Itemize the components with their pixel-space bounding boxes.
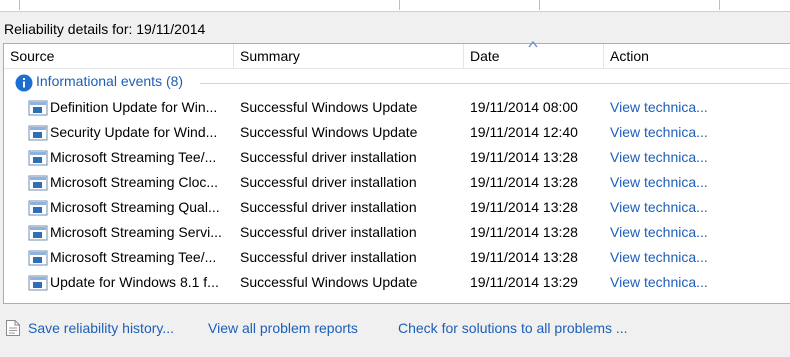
update-package-icon xyxy=(28,175,48,191)
view-technical-details-link[interactable]: View technica... xyxy=(610,95,730,120)
view-technical-details-link[interactable]: View technica... xyxy=(610,170,730,195)
group-divider-line xyxy=(200,83,790,84)
summary-cell: Successful Windows Update xyxy=(240,274,418,290)
date-cell: 19/11/2014 08:00 xyxy=(470,99,578,115)
summary-cell: Successful driver installation xyxy=(240,249,417,265)
view-technical-details-link[interactable]: View technica... xyxy=(610,270,730,295)
source-cell: Security Update for Wind... xyxy=(50,124,218,140)
date-cell: 19/11/2014 12:40 xyxy=(470,124,578,140)
update-package-icon xyxy=(28,150,48,166)
date-cell: 19/11/2014 13:28 xyxy=(470,249,578,265)
chart-tick xyxy=(539,0,540,10)
summary-cell: Successful driver installation xyxy=(240,149,417,165)
update-package-icon xyxy=(28,225,48,241)
column-header-row: Source Summary Date Action xyxy=(4,40,790,69)
view-technical-details-link[interactable]: View technica... xyxy=(610,145,730,170)
group-header-informational[interactable]: Informational events (8) xyxy=(4,70,790,94)
update-package-icon xyxy=(28,250,48,266)
save-reliability-history-link[interactable]: Save reliability history... xyxy=(28,320,174,336)
table-row[interactable]: Microsoft Streaming Tee/... Successful d… xyxy=(4,245,790,270)
date-cell: 19/11/2014 13:28 xyxy=(470,199,578,215)
table-row[interactable]: Microsoft Streaming Servi... Successful … xyxy=(4,220,790,245)
source-cell: Microsoft Streaming Cloc... xyxy=(50,174,219,190)
group-label: Informational events (8) xyxy=(36,73,184,89)
view-all-problem-reports-link[interactable]: View all problem reports xyxy=(208,320,358,336)
summary-cell: Successful Windows Update xyxy=(240,99,418,115)
bottom-action-links: Save reliability history... View all pro… xyxy=(0,316,790,342)
event-rows: Definition Update for Win... Successful … xyxy=(4,95,790,295)
chart-area-bottom-edge xyxy=(0,0,790,12)
source-cell: Definition Update for Win... xyxy=(50,99,218,115)
chart-tick xyxy=(19,0,20,10)
summary-cell: Successful Windows Update xyxy=(240,124,418,140)
sort-ascending-icon xyxy=(528,40,538,48)
table-row[interactable]: Microsoft Streaming Qual... Successful d… xyxy=(4,195,790,220)
date-cell: 19/11/2014 13:28 xyxy=(470,174,578,190)
source-cell: Microsoft Streaming Tee/... xyxy=(50,149,217,165)
table-row[interactable]: Security Update for Wind... Successful W… xyxy=(4,120,790,145)
summary-cell: Successful driver installation xyxy=(240,199,417,215)
table-row[interactable]: Definition Update for Win... Successful … xyxy=(4,95,790,120)
update-package-icon xyxy=(28,125,48,141)
update-package-icon xyxy=(28,275,48,291)
date-cell: 19/11/2014 13:28 xyxy=(470,224,578,240)
date-cell: 19/11/2014 13:28 xyxy=(470,149,578,165)
view-technical-details-link[interactable]: View technica... xyxy=(610,220,730,245)
view-technical-details-link[interactable]: View technica... xyxy=(610,195,730,220)
table-row[interactable]: Update for Windows 8.1 f... Successful W… xyxy=(4,270,790,295)
table-row[interactable]: Microsoft Streaming Tee/... Successful d… xyxy=(4,145,790,170)
summary-cell: Successful driver installation xyxy=(240,224,417,240)
check-for-solutions-link[interactable]: Check for solutions to all problems ... xyxy=(398,320,628,336)
table-row[interactable]: Microsoft Streaming Cloc... Successful d… xyxy=(4,170,790,195)
events-list-panel: Source Summary Date Action Informational… xyxy=(3,40,790,304)
document-icon xyxy=(6,320,20,336)
summary-cell: Successful driver installation xyxy=(240,174,417,190)
column-header-date-label: Date xyxy=(470,48,500,64)
update-package-icon xyxy=(28,200,48,216)
info-icon xyxy=(15,74,33,92)
update-package-icon xyxy=(28,100,48,116)
source-cell: Update for Windows 8.1 f... xyxy=(50,274,219,290)
source-cell: Microsoft Streaming Servi... xyxy=(50,224,222,240)
reliability-details-title: Reliability details for: 19/11/2014 xyxy=(4,21,206,37)
chart-tick xyxy=(399,0,400,10)
date-cell: 19/11/2014 13:29 xyxy=(470,274,578,290)
source-cell: Microsoft Streaming Tee/... xyxy=(50,249,217,265)
view-technical-details-link[interactable]: View technica... xyxy=(610,245,730,270)
view-technical-details-link[interactable]: View technica... xyxy=(610,120,730,145)
chart-tick xyxy=(719,0,720,10)
column-header-source[interactable]: Source xyxy=(4,44,234,69)
column-header-action[interactable]: Action xyxy=(604,44,790,69)
column-header-summary[interactable]: Summary xyxy=(234,44,464,69)
source-cell: Microsoft Streaming Qual... xyxy=(50,199,220,215)
